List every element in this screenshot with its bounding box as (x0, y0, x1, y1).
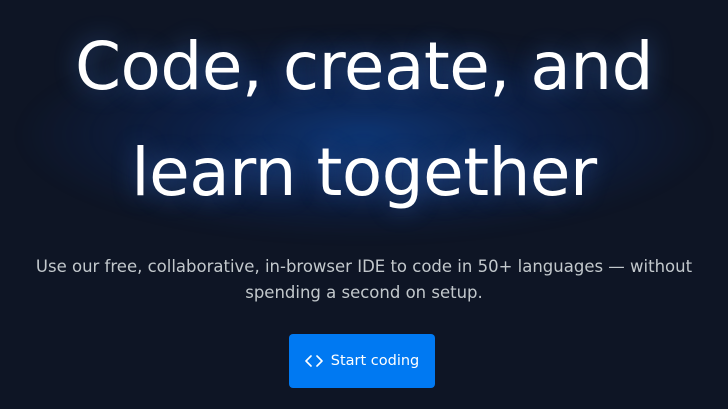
headline-line-2: learn together (131, 134, 597, 211)
start-coding-label: Start coding (330, 353, 420, 369)
hero-subtitle: Use our free, collaborative, in-browser … (0, 254, 728, 306)
code-brackets-icon (304, 354, 323, 368)
start-coding-button[interactable]: Start coding (289, 334, 435, 388)
headline-line-1: Code, create, and (74, 28, 654, 105)
subtitle-line-1: Use our free, collaborative, in-browser … (35, 257, 693, 276)
subtitle-line-2: spending a second on setup. (245, 283, 483, 302)
